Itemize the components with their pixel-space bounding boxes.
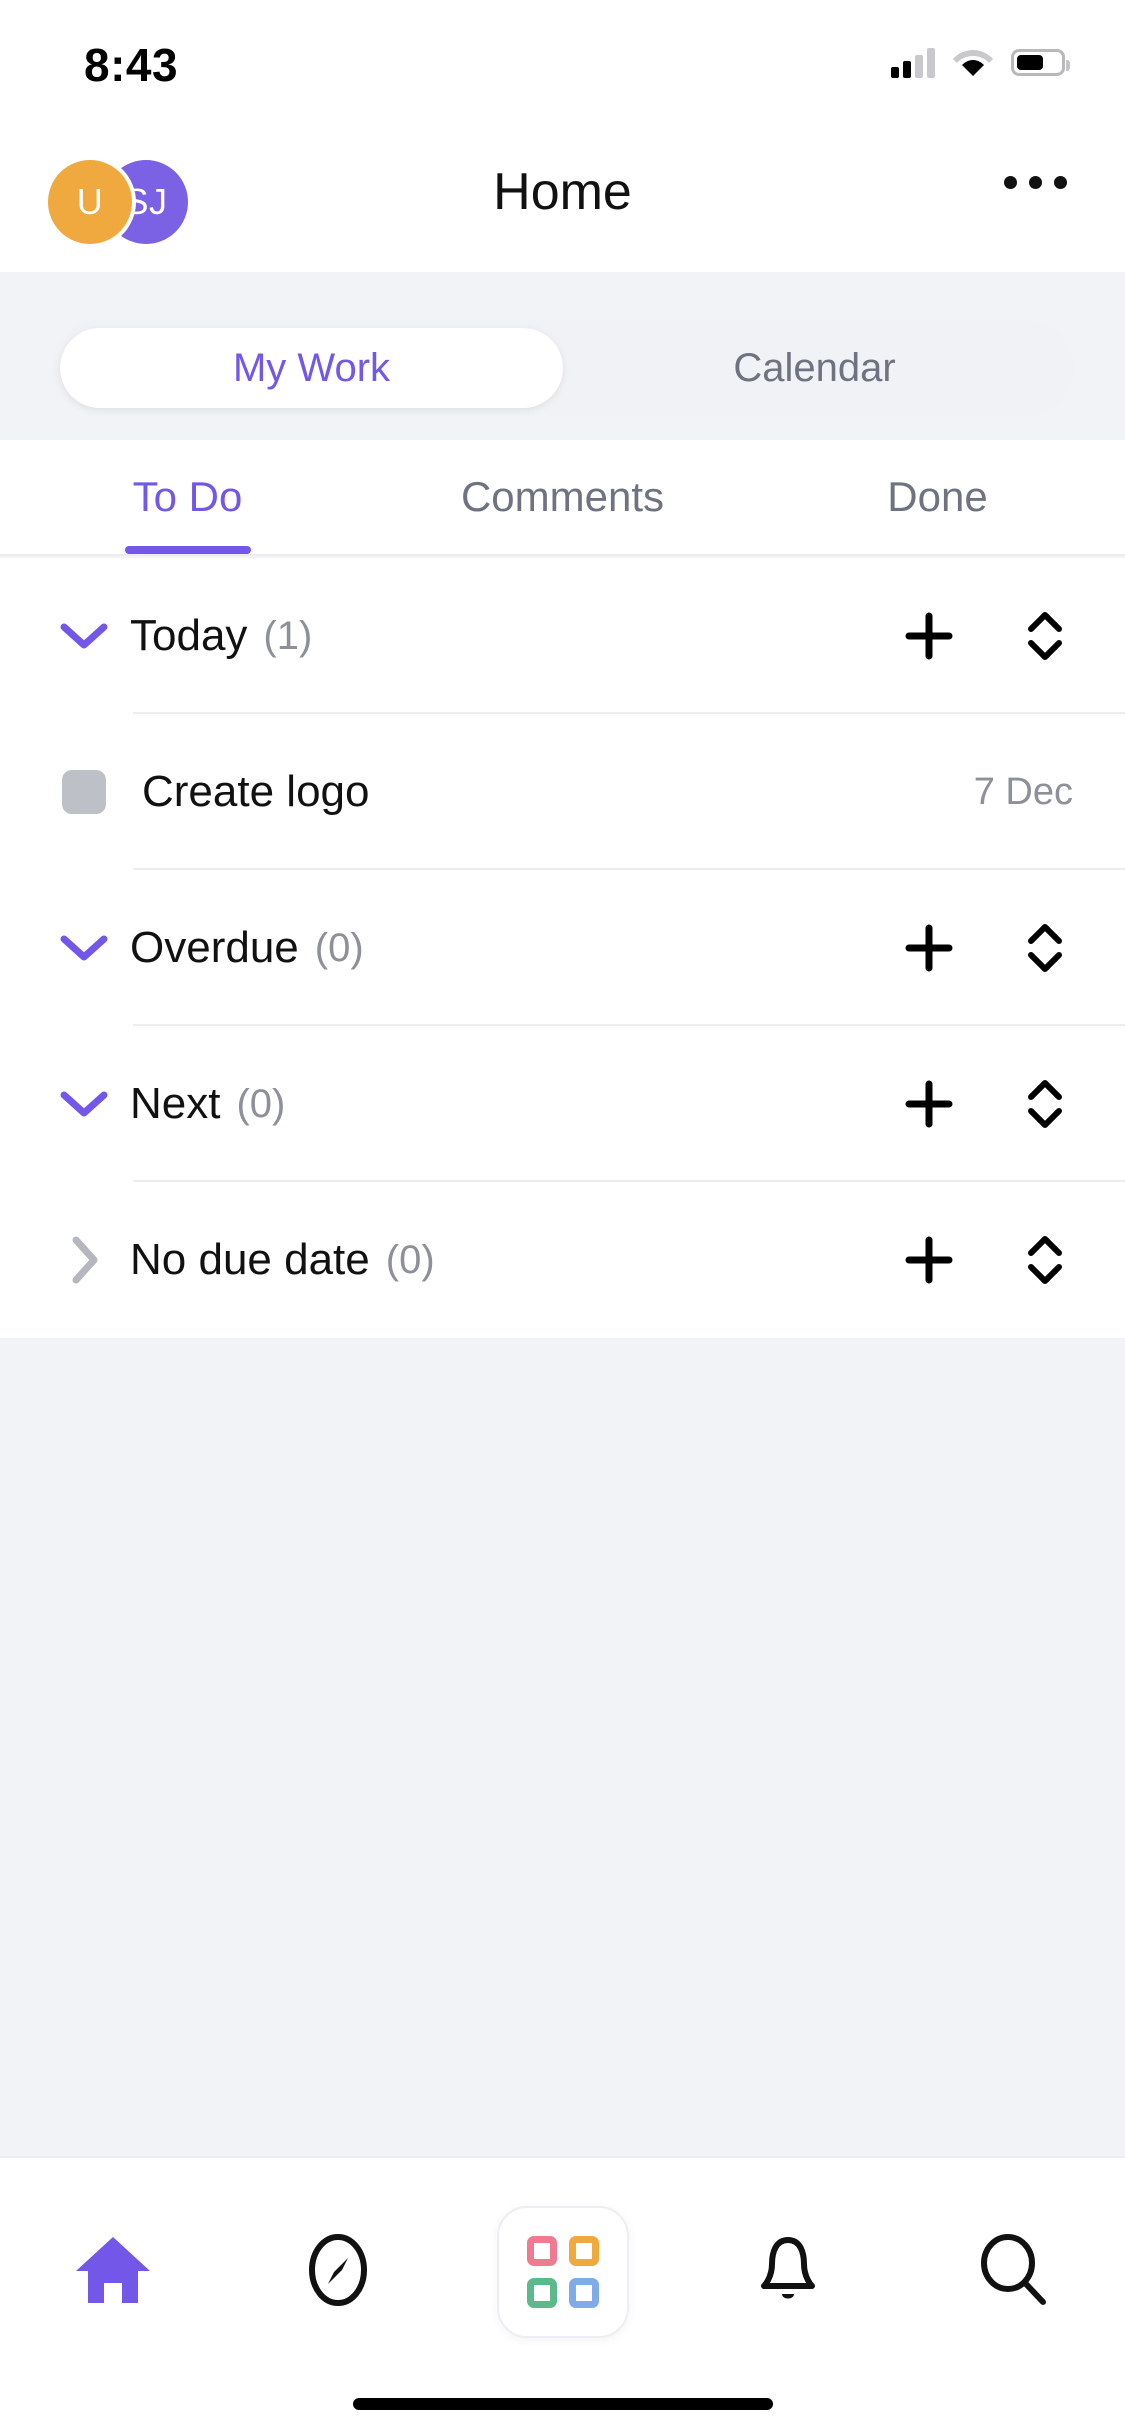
add-task-button[interactable] [899, 606, 959, 666]
dot-icon [1054, 176, 1067, 189]
nav-notifications[interactable] [675, 2202, 900, 2342]
app-dot-pink [526, 2236, 557, 2266]
section-actions [899, 558, 1075, 714]
nav-search[interactable] [900, 2202, 1125, 2342]
section-header-overdue[interactable]: Overdue (0) [0, 870, 1125, 1026]
task-checkbox[interactable] [62, 770, 106, 814]
segment-calendar[interactable]: Calendar [563, 328, 1066, 408]
section-title: Overdue [130, 923, 299, 972]
sort-tasks-button[interactable] [1015, 1074, 1075, 1134]
chevron-down-icon[interactable] [52, 933, 116, 963]
battery-icon [1011, 48, 1070, 76]
section-count: (0) [314, 925, 364, 970]
nav-explore[interactable] [225, 2202, 450, 2342]
sort-tasks-button[interactable] [1015, 606, 1075, 666]
status-icons [891, 40, 1070, 84]
app-dot-orange [568, 2236, 599, 2266]
section-header-next[interactable]: Next (0) [0, 1026, 1125, 1182]
task-row[interactable]: Create logo 7 Dec [0, 714, 1125, 870]
tab-done[interactable]: Done [750, 440, 1125, 554]
sort-tasks-button[interactable] [1015, 918, 1075, 978]
status-time: 8:43 [84, 39, 179, 91]
task-title: Create logo [142, 767, 370, 816]
empty-area [0, 1398, 1125, 2156]
app-dot-blue [568, 2278, 599, 2308]
section-title: Next [130, 1079, 221, 1128]
chevron-down-icon[interactable] [52, 1089, 116, 1119]
section-header-today[interactable]: Today (1) [0, 558, 1125, 714]
more-options-button[interactable] [1004, 176, 1067, 189]
tab-comments[interactable]: Comments [375, 440, 750, 554]
tab-to-do[interactable]: To Do [0, 440, 375, 554]
section-header-no-due-date[interactable]: No due date (0) [0, 1182, 1125, 1338]
sort-tasks-button[interactable] [1015, 1230, 1075, 1290]
tab-bar: To Do Comments Done [0, 440, 1125, 556]
section-actions [899, 870, 1075, 1026]
app-header: U SJ Home [0, 132, 1125, 272]
section-actions [899, 1182, 1075, 1338]
home-indicator [352, 2398, 773, 2410]
section-title: Today [130, 611, 248, 660]
chevron-right-icon[interactable] [52, 1236, 116, 1284]
add-task-button[interactable] [899, 1074, 959, 1134]
apps-grid-icon [496, 2206, 629, 2338]
avatar-user-initials: U [76, 181, 104, 222]
compass-icon [298, 2230, 378, 2315]
task-due-date: 7 Dec [973, 770, 1073, 813]
dot-icon [1029, 176, 1042, 189]
bell-icon [748, 2228, 828, 2317]
app-screen: 8:43 U SJ Home My Work Calendar To Do Co… [0, 0, 1125, 2436]
nav-home[interactable] [0, 2202, 225, 2342]
segmented-control: My Work Calendar [52, 320, 1074, 416]
avatar-user[interactable]: U [44, 156, 136, 248]
status-bar: 8:43 [0, 0, 1125, 132]
segment-my-work[interactable]: My Work [60, 328, 563, 408]
cellular-signal-icon [891, 46, 935, 78]
wifi-icon [951, 44, 995, 81]
nav-apps[interactable] [450, 2202, 675, 2342]
app-dot-green [526, 2278, 557, 2308]
home-icon [70, 2227, 156, 2318]
add-task-button[interactable] [899, 918, 959, 978]
add-task-button[interactable] [899, 1230, 959, 1290]
bottom-navigation [0, 2156, 1125, 2436]
section-actions [899, 1026, 1075, 1182]
search-icon [973, 2230, 1053, 2315]
section-count: (0) [236, 1081, 286, 1126]
section-count: (1) [263, 613, 313, 658]
section-title: No due date [130, 1235, 370, 1284]
chevron-down-icon[interactable] [52, 621, 116, 651]
dot-icon [1004, 176, 1017, 189]
task-list: Today (1) Create logo 7 Dec Overdue (0) … [0, 558, 1125, 1338]
section-count: (0) [385, 1237, 435, 1282]
